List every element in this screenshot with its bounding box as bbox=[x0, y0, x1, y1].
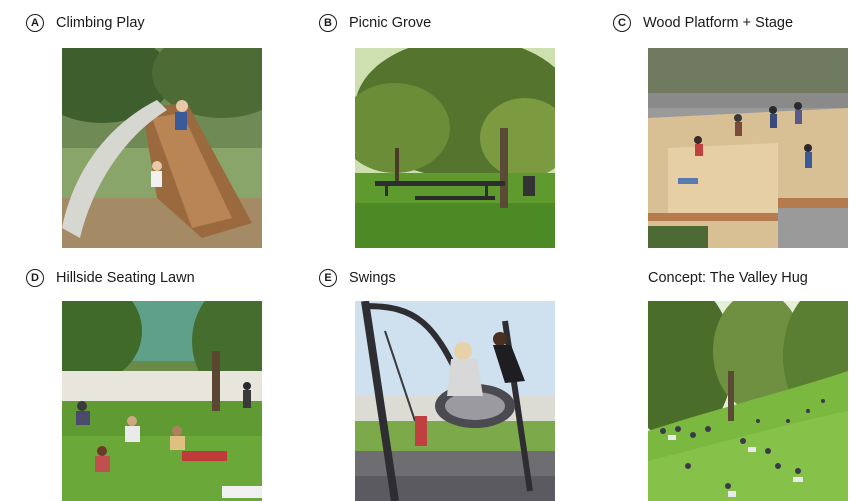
caption-title: Picnic Grove bbox=[349, 15, 432, 31]
caption-hillside-lawn: D Hillside Seating Lawn bbox=[26, 266, 195, 290]
caption-title: Swings bbox=[349, 270, 396, 286]
badge-c: C bbox=[613, 14, 631, 32]
badge-b: B bbox=[319, 14, 337, 32]
badge-d: D bbox=[26, 269, 44, 287]
photo-swings bbox=[355, 301, 555, 501]
photo-picnic-grove bbox=[355, 48, 555, 248]
caption-title: Wood Platform + Stage bbox=[643, 15, 794, 31]
photo-concept-valley-hug bbox=[648, 301, 848, 501]
photo-wood-platform bbox=[648, 48, 848, 248]
photo-climbing-play bbox=[62, 48, 262, 248]
caption-title: Hillside Seating Lawn bbox=[56, 270, 195, 286]
caption-title: Climbing Play bbox=[56, 15, 145, 31]
caption-title: Concept: The Valley Hug bbox=[648, 270, 808, 286]
photo-hillside-lawn bbox=[62, 301, 262, 501]
caption-picnic-grove: B Picnic Grove bbox=[319, 11, 431, 35]
badge-a: A bbox=[26, 14, 44, 32]
caption-concept-valley-hug: Concept: The Valley Hug bbox=[648, 266, 808, 290]
badge-e: E bbox=[319, 269, 337, 287]
caption-swings: E Swings bbox=[319, 266, 396, 290]
caption-wood-platform: C Wood Platform + Stage bbox=[613, 11, 793, 35]
caption-climbing-play: A Climbing Play bbox=[26, 11, 145, 35]
